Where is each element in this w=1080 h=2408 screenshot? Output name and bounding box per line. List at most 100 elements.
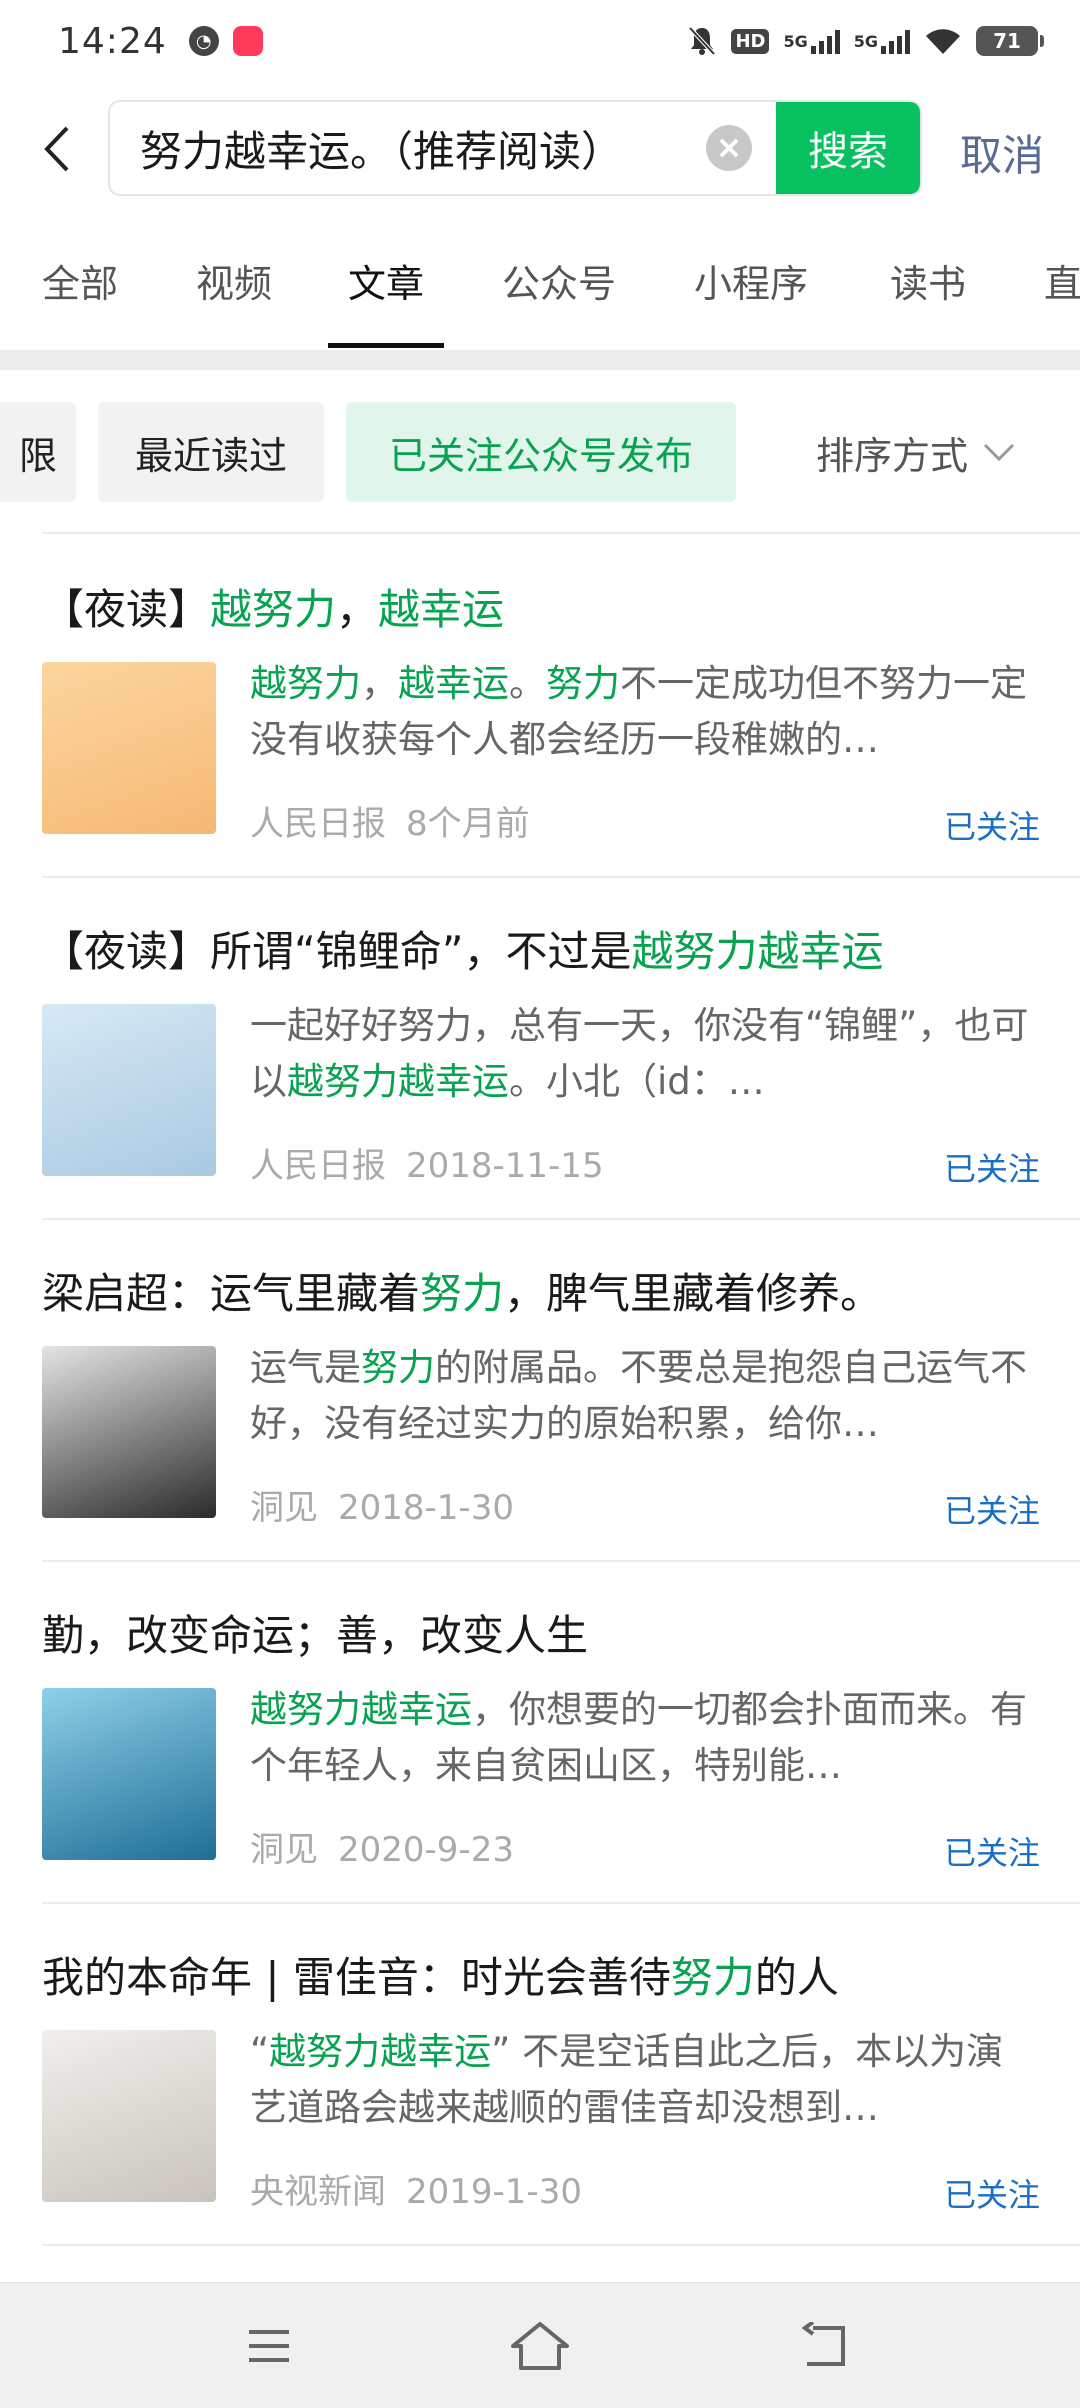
article-source[interactable]: 人民日报 [250,1146,386,1186]
follow-status-label: 已关注 [943,1834,1040,1872]
net1-label: 5G [783,31,808,51]
article-source[interactable]: 人民日报 [250,804,386,844]
follow-status-label: 已关注 [943,1492,1040,1530]
mute-bell-icon [687,25,717,57]
filter-chip-recent[interactable]: 最近读过 [98,402,324,502]
status-bar: 14:24 ◔ HD 5G 5G 71 [0,0,1080,82]
close-icon [719,138,739,158]
text-segment: 运气是 [250,1346,361,1389]
text-segment: 【夜读】所谓“锦鲤命”，不过是 [42,927,632,976]
follow-status-label: 已关注 [943,1150,1040,1188]
search-button[interactable]: 搜索 [776,102,920,194]
filter-divider [42,532,1080,534]
robot-icon: ◔ [188,26,219,56]
article-summary: 越努力，越幸运。努力不一定成功但不努力一定没有收获每个人都会经历一段稚嫩的… [250,656,1040,768]
system-nav-bar [0,2282,1080,2408]
tab-books[interactable]: 读书 [890,244,966,348]
tab-video[interactable]: 视频 [196,244,272,348]
article-date: 2018-1-30 [338,1488,514,1528]
article-title[interactable]: 我的本命年 | 雷佳音：时光会善待努力的人 [42,1944,839,2005]
article-thumbnail[interactable] [42,1004,216,1176]
text-segment: 勤，改变命运；善，改变人生 [42,1611,589,1660]
article-item[interactable]: 梁启超：运气里藏着努力，脾气里藏着修养。 运气是努力的附属品。不要总是抱怨自己运气… [42,1220,1080,1562]
hd-label: HD [731,28,770,54]
article-item[interactable]: 我的本命年 | 雷佳音：时光会善待努力的人 “越努力越幸运” 不是空话自此之后，本… [42,1904,1080,2246]
filter-chip-limit[interactable]: 限 [0,402,76,502]
menu-icon [249,2330,289,2362]
text-segment: ，脾气里藏着修养。 [504,1269,883,1318]
article-title[interactable]: 【夜读】所谓“锦鲤命”，不过是越努力越幸运 [42,918,884,979]
article-summary: “越努力越幸运” 不是空话自此之后，本以为演艺道路会越来越顺的雷佳音却没想到… [250,2024,1040,2136]
signal-5g-icon-1: 5G [783,25,840,57]
text-segment: 。 [509,662,546,705]
tab-articles[interactable]: 文章 [327,244,445,348]
article-source[interactable]: 央视新闻 [250,2172,386,2212]
home-button[interactable] [505,2313,575,2379]
tab-all[interactable]: 全部 [42,244,118,348]
signal-5g-icon-2: 5G [854,25,910,57]
sort-dropdown[interactable]: 排序方式 [766,402,1080,502]
article-meta: 人民日报 8个月前 [250,796,530,845]
highlight-text: 越努力 [210,585,337,634]
back-nav-button[interactable] [790,2313,860,2379]
search-box: 努力越幸运。（推荐阅读） 搜索 [108,100,922,196]
article-thumbnail[interactable] [42,1346,216,1518]
article-thumbnail[interactable] [42,662,216,834]
menu-button[interactable] [234,2313,304,2379]
article-summary: 一起好好努力，总有一天，你没有“锦鲤”，也可以越努力越幸运。小北（id：… [250,998,1040,1110]
category-tabs: 全部 视频 文章 公众号 小程序 读书 直 [0,244,1080,348]
highlight-text: 越努力越幸运 [287,1060,509,1103]
sort-label: 排序方式 [816,433,969,478]
article-date: 2020-9-23 [338,1830,514,1870]
highlight-text: 越幸运 [398,662,509,705]
article-item[interactable]: 勤，改变命运；善，改变人生越努力越幸运，你想要的一切都会扑面而来。有个年轻人，来… [42,1562,1080,1904]
status-time: 14:24 [58,20,167,62]
article-item[interactable]: 【夜读】越努力，越幸运 越努力，越幸运。努力不一定成功但不努力一定没有收获每个人都… [42,536,1080,878]
article-meta: 人民日报 2018-11-15 [250,1138,604,1187]
search-input[interactable]: 努力越幸运。（推荐阅读） [110,118,706,179]
article-source[interactable]: 洞见 [250,1488,318,1528]
text-segment: 我的本命年 | 雷佳音：时光会善待 [42,1953,671,2002]
text-segment: 【夜读】 [42,585,211,634]
cancel-button[interactable]: 取消 [960,122,1044,183]
article-thumbnail[interactable] [42,1688,216,1860]
tab-mini-programs[interactable]: 小程序 [694,244,808,348]
filter-chip-followed[interactable]: 已关注公众号发布 [346,402,736,502]
text-segment: 梁启超：运气里藏着 [42,1269,421,1318]
back-button[interactable] [30,121,86,177]
article-title[interactable]: 【夜读】越努力，越幸运 [42,576,504,637]
article-thumbnail[interactable] [42,2030,216,2202]
follow-status-label: 已关注 [943,2176,1040,2214]
highlight-text: 努力 [420,1269,505,1318]
tab-live[interactable]: 直 [1044,244,1080,348]
article-item[interactable]: 【夜读】所谓“锦鲤命”，不过是越努力越幸运 一起好好努力，总有一天，你没有“锦鲤”… [42,878,1080,1220]
text-segment: 。小北（id：… [509,1060,765,1103]
article-summary: 越努力越幸运，你想要的一切都会扑面而来。有个年轻人，来自贫困山区，特别能… [250,1682,1040,1794]
article-source[interactable]: 洞见 [250,1830,318,1870]
status-right-icons: HD 5G 5G 71 [687,25,1044,57]
text-segment: ， [336,585,379,634]
battery-icon: 71 [976,26,1044,56]
highlight-text: 努力 [361,1346,435,1389]
article-date: 8个月前 [406,804,530,844]
article-meta: 洞见 2020-9-23 [250,1822,514,1871]
highlight-text: 努力 [670,1953,755,2002]
app-notification-icon [232,26,263,56]
text-segment: ， [361,662,398,705]
article-title[interactable]: 梁启超：运气里藏着努力，脾气里藏着修养。 [42,1260,882,1321]
highlight-text: 越努力越幸运 [269,2030,492,2073]
net2-label: 5G [853,31,878,51]
clear-button[interactable] [706,125,752,171]
highlight-text: 越幸运 [378,585,505,634]
text-segment: 的人 [754,1953,839,2002]
highlight-text: 越努力越幸运 [631,927,884,976]
article-title[interactable]: 勤，改变命运；善，改变人生 [42,1602,588,1663]
status-left-icons: ◔ [188,26,263,56]
tab-official-accounts[interactable]: 公众号 [502,244,616,348]
article-date: 2019-1-30 [406,2172,582,2212]
text-segment: “ [250,2030,270,2073]
article-meta: 央视新闻 2019-1-30 [250,2164,582,2213]
highlight-text: 越努力 [250,662,361,705]
hd-icon: HD [731,25,770,57]
highlight-text: 努力 [546,662,620,705]
